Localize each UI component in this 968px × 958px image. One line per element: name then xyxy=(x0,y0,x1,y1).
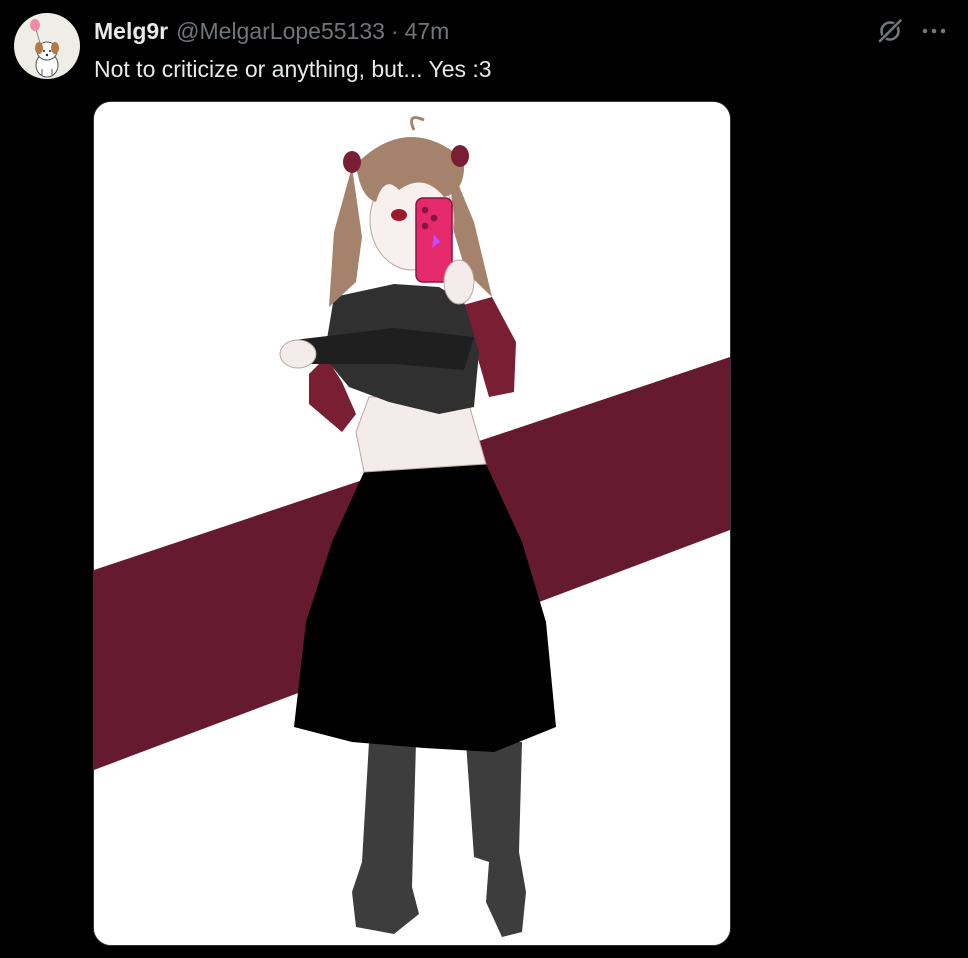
user-handle[interactable]: @MelgarLope55133 xyxy=(176,16,385,46)
grok-button[interactable] xyxy=(872,13,908,49)
more-icon xyxy=(922,28,946,34)
illustration xyxy=(94,102,730,945)
separator-dot: · xyxy=(390,18,399,44)
display-name[interactable]: Melg9r xyxy=(94,16,168,46)
post-header: Melg9r @MelgarLope55133 · 47m xyxy=(94,16,449,46)
post-media-image[interactable] xyxy=(93,101,731,946)
grok-icon xyxy=(877,18,903,44)
post[interactable]: Melg9r @MelgarLope55133 · 47m Not to cri… xyxy=(0,0,968,958)
avatar[interactable] xyxy=(14,13,80,79)
post-timestamp[interactable]: 47m xyxy=(405,16,450,46)
dog-with-balloon-icon xyxy=(30,19,59,78)
more-button[interactable] xyxy=(916,13,952,49)
post-text: Not to criticize or anything, but... Yes… xyxy=(94,56,492,82)
